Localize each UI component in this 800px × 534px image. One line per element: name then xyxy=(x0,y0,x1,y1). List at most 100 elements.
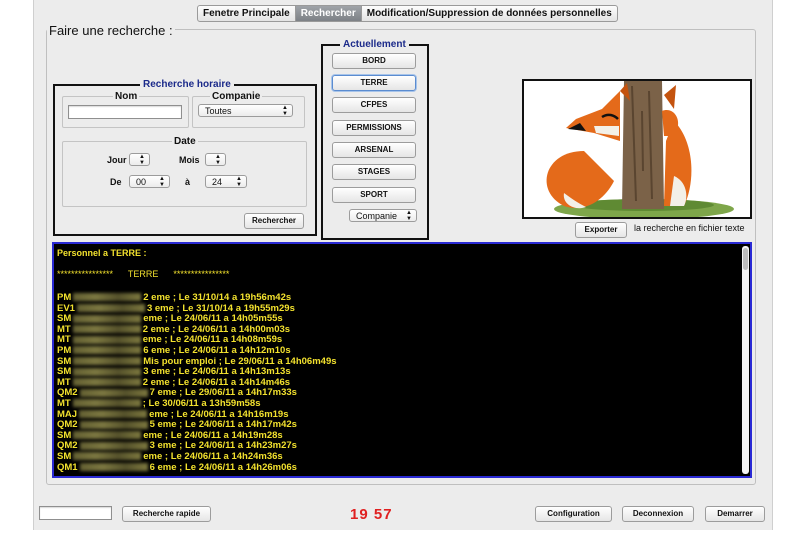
redacted-name xyxy=(72,325,141,334)
permissions-button[interactable]: PERMISSIONS xyxy=(332,120,416,136)
log-line: QM2 5 eme ; Le 24/06/11 a 14h17m42s xyxy=(57,419,297,430)
de-select-value: 00 xyxy=(136,177,147,187)
redacted-name xyxy=(79,420,148,429)
log-line-rank: QM2 xyxy=(57,387,78,399)
redacted-name xyxy=(79,388,148,397)
log-line-text: eme ; Le 24/06/11 a 14h16m19s xyxy=(149,408,289,420)
bord-button[interactable]: BORD xyxy=(332,53,416,69)
date-label: Date xyxy=(172,136,198,147)
jour-select[interactable]: ▲ ▼ xyxy=(129,153,150,166)
redacted-name xyxy=(72,378,141,387)
terre-button[interactable]: TERRE xyxy=(332,75,416,91)
configuration-button[interactable]: Configuration xyxy=(535,506,612,522)
companie-label: Companie xyxy=(210,91,263,102)
log-line-rank: EV1 xyxy=(57,302,75,314)
log-line-rank: MAJ xyxy=(57,408,78,420)
redacted-name xyxy=(73,293,142,302)
de-label: De xyxy=(110,177,122,187)
quick-search-input[interactable] xyxy=(39,506,112,520)
log-line-text: 2 eme ; Le 24/06/11 a 14h00m03s xyxy=(142,323,291,335)
log-line: MT eme ; Le 24/06/11 a 14h08m59s xyxy=(57,334,282,345)
log-line-text: 3 eme ; Le 31/10/14 a 19h55m29s xyxy=(146,302,295,314)
arsenal-button[interactable]: ARSENAL xyxy=(332,142,416,158)
a-select-value: 24 xyxy=(212,177,223,187)
companie-select[interactable]: Toutes ▲ ▼ xyxy=(198,104,293,117)
log-line: EV1 3 eme ; Le 31/10/14 a 19h55m29s xyxy=(57,303,295,314)
demarrer-button[interactable]: Demarrer xyxy=(705,506,765,522)
log-line-rank: QM2 xyxy=(57,419,78,431)
updown-icon: ▲ ▼ xyxy=(282,105,288,117)
mois-select[interactable]: ▲ ▼ xyxy=(205,153,226,166)
log-line: QM2 3 eme ; Le 24/06/11 a 14h23m27s xyxy=(57,440,297,451)
redacted-name xyxy=(79,441,148,450)
log-line-rank: SM xyxy=(57,429,72,441)
redacted-name xyxy=(76,304,145,313)
scrollbar-thumb[interactable] xyxy=(743,248,748,270)
redacted-name xyxy=(73,314,142,323)
log-line-rank: PM xyxy=(57,345,72,356)
actuellement-title: Actuellement xyxy=(340,39,409,50)
log-line: SM eme ; Le 24/06/11 a 14h19m28s xyxy=(57,430,283,441)
log-line: MAJ eme ; Le 24/06/11 a 14h16m19s xyxy=(57,409,289,420)
log-line-text: 6 eme ; Le 24/06/11 a 14h12m10s xyxy=(143,345,291,356)
fox-tree-image xyxy=(522,79,752,219)
log-line-text: 7 eme ; Le 29/06/11 a 14h17m33s xyxy=(149,387,297,399)
log-line: SM 3 eme ; Le 24/06/11 a 14h13m13s xyxy=(57,366,291,377)
de-select[interactable]: 00 ▲ ▼ xyxy=(129,175,170,188)
redacted-name xyxy=(72,335,141,344)
export-label: la recherche en fichier texte xyxy=(634,223,745,233)
cfpes-button[interactable]: CFPES xyxy=(332,97,416,113)
deconnexion-button[interactable]: Deconnexion xyxy=(622,506,694,522)
log-line-text: 5 eme ; Le 24/06/11 a 14h17m42s xyxy=(149,419,297,431)
log-line-text: ; Le 30/06/11 a 13h59m58s xyxy=(142,398,261,409)
tab-modification-suppression[interactable]: Modification/Suppression de données pers… xyxy=(362,6,617,21)
recherche-horaire-title: Recherche horaire xyxy=(140,79,234,90)
log-line: PM 2 eme ; Le 31/10/14 a 19h56m42s xyxy=(57,292,291,303)
results-log[interactable]: Personnel a TERRE : **************** TER… xyxy=(52,242,752,478)
log-line-text: eme ; Le 24/06/11 a 14h05m55s xyxy=(143,313,283,325)
companie-filter-value: Companie xyxy=(356,211,398,221)
log-line: PM 6 eme ; Le 24/06/11 a 14h12m10s xyxy=(57,345,291,356)
log-line-text: 6 eme ; Le 24/06/11 a 14h26m06s xyxy=(149,461,297,473)
log-line-text: eme ; Le 24/06/11 a 14h08m59s xyxy=(142,334,283,346)
log-line: MT 2 eme ; Le 24/06/11 a 14h14m46s xyxy=(57,377,290,388)
log-line: QM1 6 eme ; Le 24/06/11 a 14h26m06s xyxy=(57,462,297,473)
log-line-rank: MT xyxy=(57,334,71,346)
mois-label: Mois xyxy=(179,155,200,165)
log-line: MT ; Le 30/06/11 a 13h59m58s xyxy=(57,398,261,409)
a-select[interactable]: 24 ▲ ▼ xyxy=(205,175,247,188)
log-line-rank: QM2 xyxy=(57,440,78,452)
sport-button[interactable]: SPORT xyxy=(332,187,416,203)
updown-icon: ▲ ▼ xyxy=(406,210,412,222)
nom-label: Nom xyxy=(113,91,140,102)
rechercher-button[interactable]: Rechercher xyxy=(244,213,304,229)
search-group-title: Faire une recherche : xyxy=(47,23,175,38)
companie-filter-select[interactable]: Companie ▲ ▼ xyxy=(349,209,417,222)
log-line-rank: MT xyxy=(57,323,71,335)
stages-button[interactable]: STAGES xyxy=(332,164,416,180)
exporter-button[interactable]: Exporter xyxy=(575,222,627,238)
nom-input[interactable] xyxy=(68,105,182,119)
redacted-name xyxy=(73,431,142,440)
log-header: Personnel a TERRE : xyxy=(57,248,147,258)
log-line-text: 2 eme ; Le 31/10/14 a 19h56m42s xyxy=(143,292,292,303)
log-line: QM2 7 eme ; Le 29/06/11 a 14h17m33s xyxy=(57,387,297,398)
updown-icon: ▲ ▼ xyxy=(236,176,242,188)
tab-rechercher[interactable]: Rechercher xyxy=(295,6,362,21)
tab-bar: Fenetre Principale Rechercher Modificati… xyxy=(197,5,618,22)
updown-icon: ▲ ▼ xyxy=(159,176,165,188)
log-line: MT 2 eme ; Le 24/06/11 a 14h00m03s xyxy=(57,324,290,335)
log-line-rank: SM xyxy=(57,355,72,367)
a-label: à xyxy=(185,177,191,187)
jour-label: Jour xyxy=(107,155,127,165)
updown-icon: ▲ ▼ xyxy=(215,154,221,166)
clock-display: 19 57 xyxy=(350,506,393,523)
quick-search-button[interactable]: Recherche rapide xyxy=(122,506,211,522)
log-line-text: Mis pour emploi ; Le 29/06/11 a 14h06m49… xyxy=(143,355,337,367)
log-line-text: 3 eme ; Le 24/06/11 a 14h23m27s xyxy=(149,440,297,452)
log-line-rank: SM xyxy=(57,366,72,378)
log-line-text: eme ; Le 24/06/11 a 14h19m28s xyxy=(143,429,283,441)
tab-fenetre-principale[interactable]: Fenetre Principale xyxy=(198,6,296,21)
log-scrollbar[interactable] xyxy=(742,246,749,474)
log-line-rank: SM xyxy=(57,313,72,325)
